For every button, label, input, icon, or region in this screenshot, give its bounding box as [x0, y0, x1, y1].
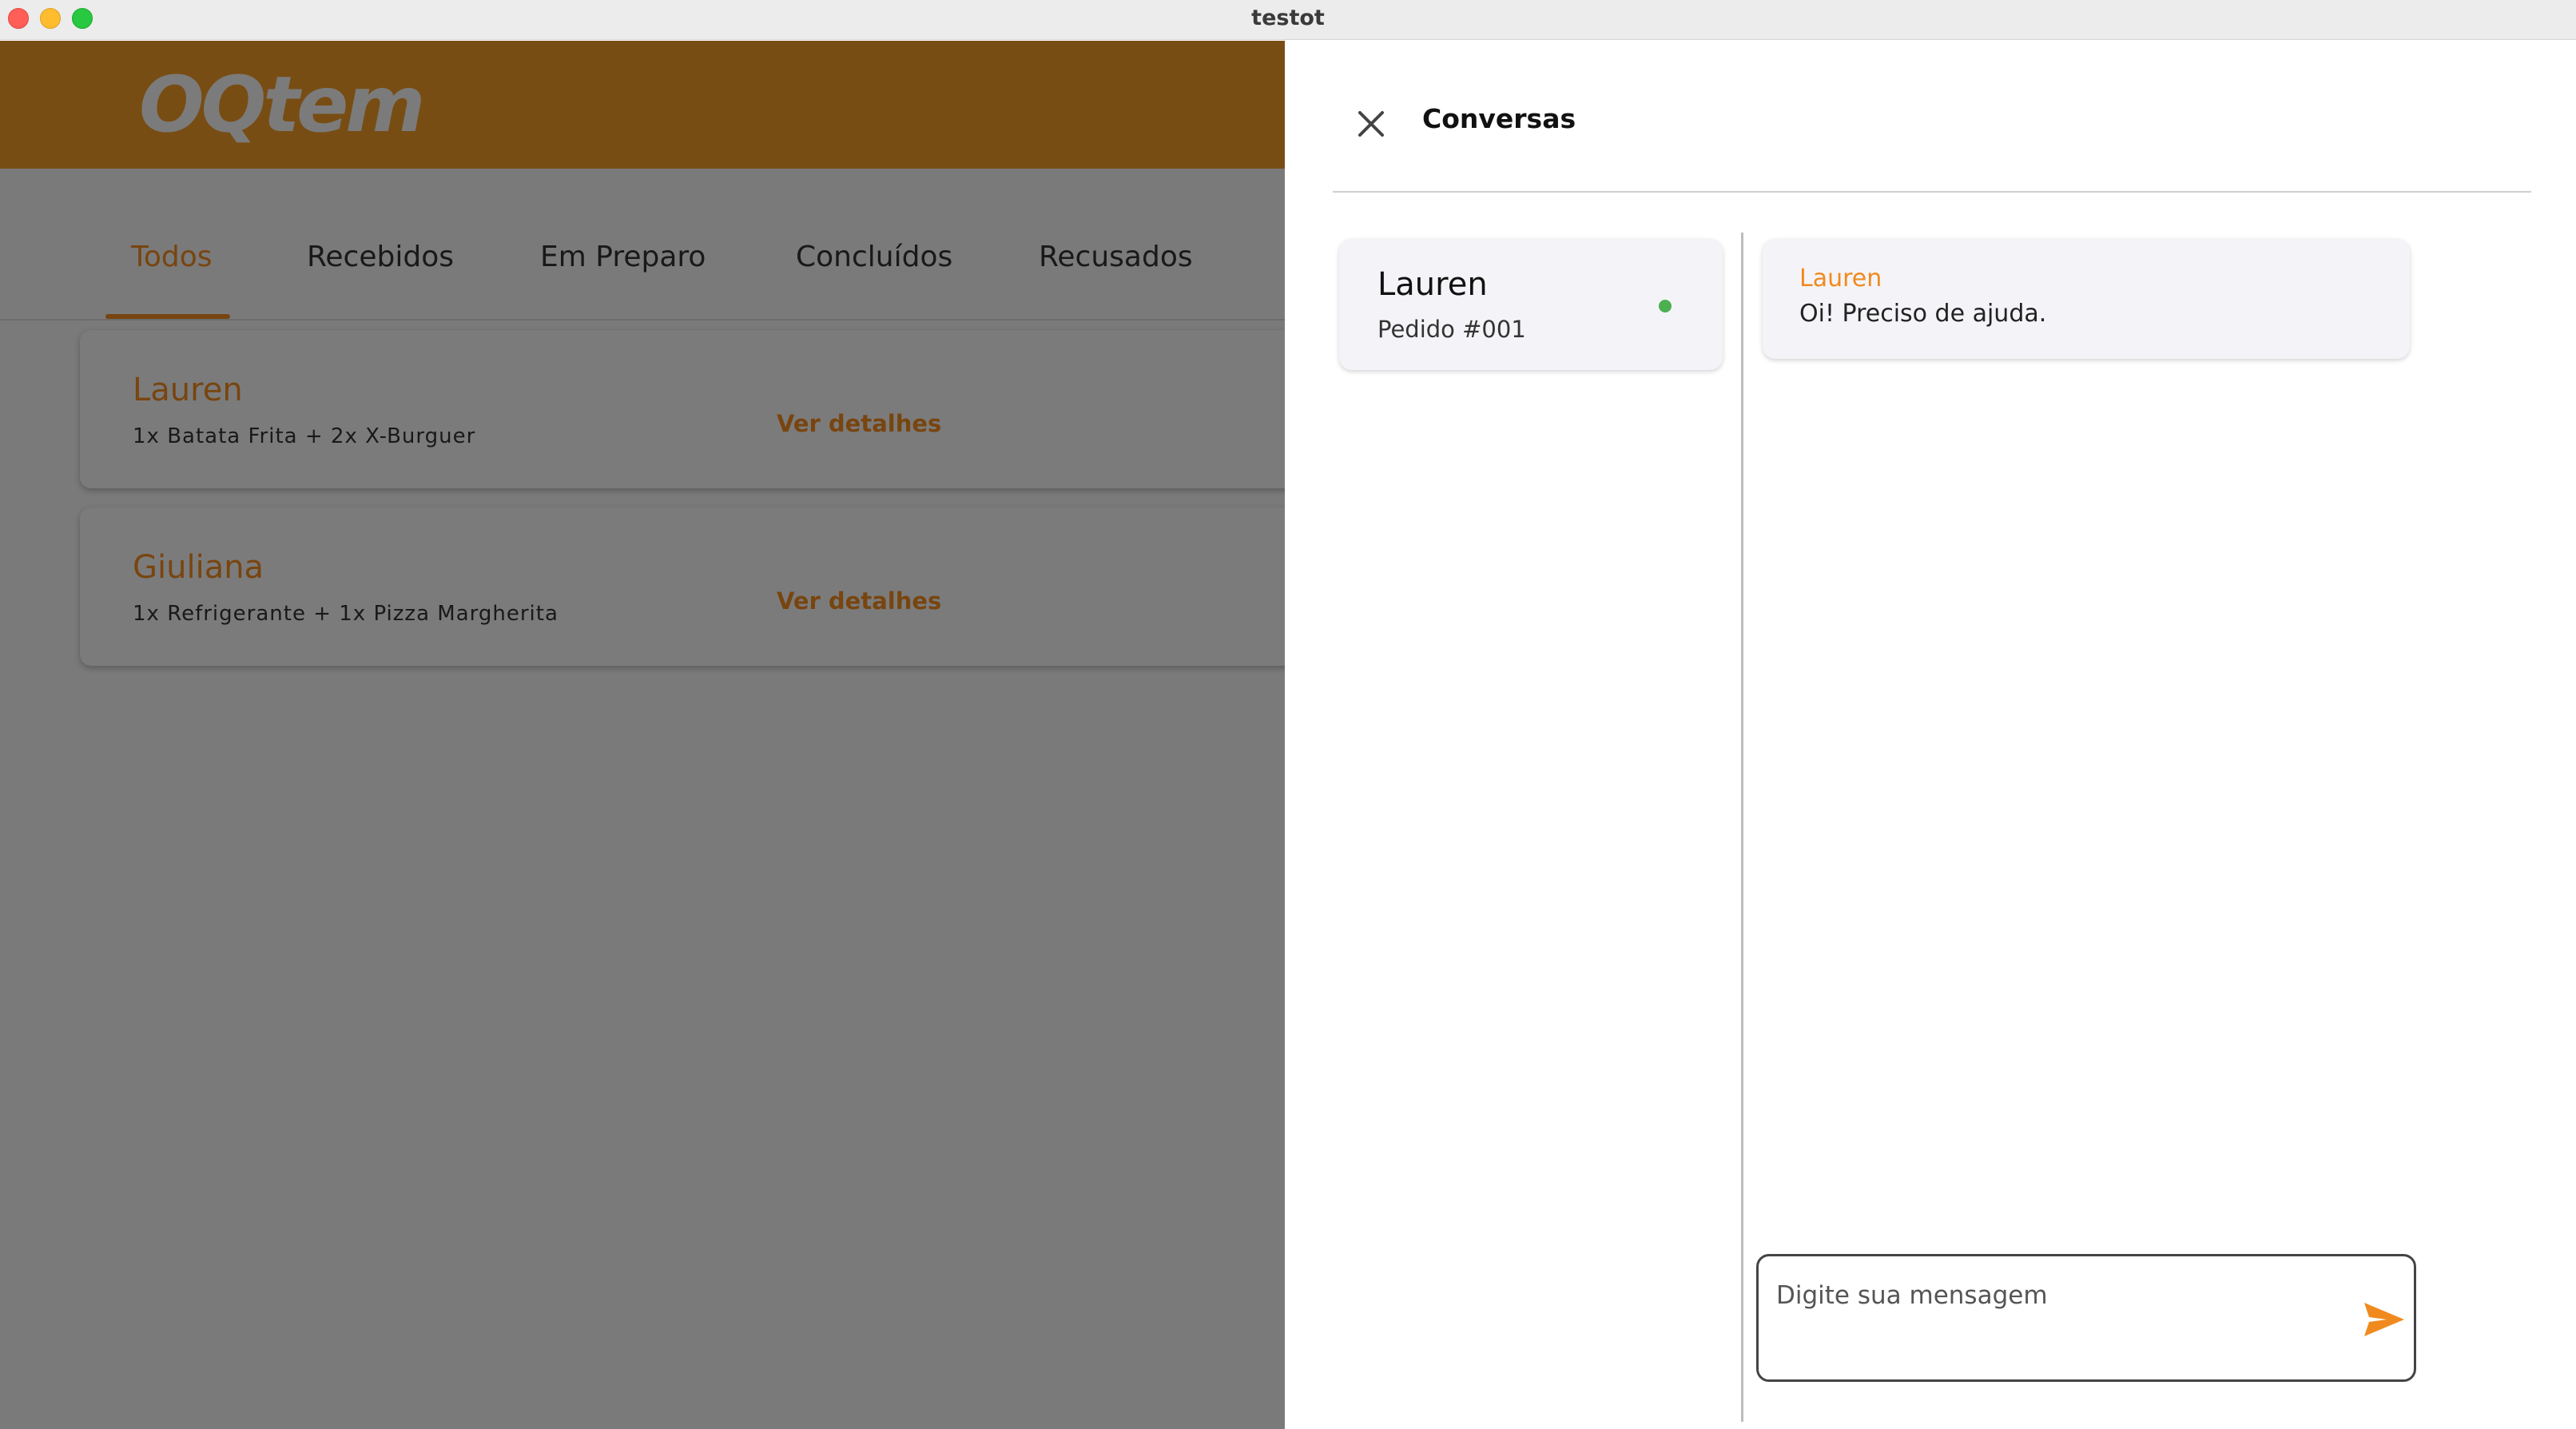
divider: [1333, 191, 2531, 193]
chat-panel: Conversas Lauren Pedido #001 Lauren Oi! …: [1285, 41, 2576, 1429]
message-text: Oi! Preciso de ajuda.: [1799, 300, 2047, 328]
conversation-name: Lauren: [1377, 266, 1488, 303]
window-title: testot: [1251, 6, 1325, 30]
close-icon: [1358, 111, 1384, 137]
divider: [1741, 233, 1743, 1422]
message-input[interactable]: [1776, 1276, 2335, 1316]
conversation-item[interactable]: Lauren Pedido #001: [1339, 239, 1723, 370]
message-composer: [1756, 1254, 2416, 1382]
send-icon: [2364, 1303, 2404, 1336]
conversation-order: Pedido #001: [1377, 316, 1526, 343]
send-button[interactable]: [2363, 1301, 2406, 1338]
close-chat-button[interactable]: [1349, 102, 1393, 146]
chat-message: Lauren Oi! Preciso de ajuda.: [1763, 239, 2410, 359]
message-author: Lauren: [1799, 265, 1882, 293]
online-status-icon: [1659, 300, 1672, 312]
window-titlebar: testot: [0, 0, 2576, 40]
chat-panel-title: Conversas: [1422, 103, 1576, 134]
